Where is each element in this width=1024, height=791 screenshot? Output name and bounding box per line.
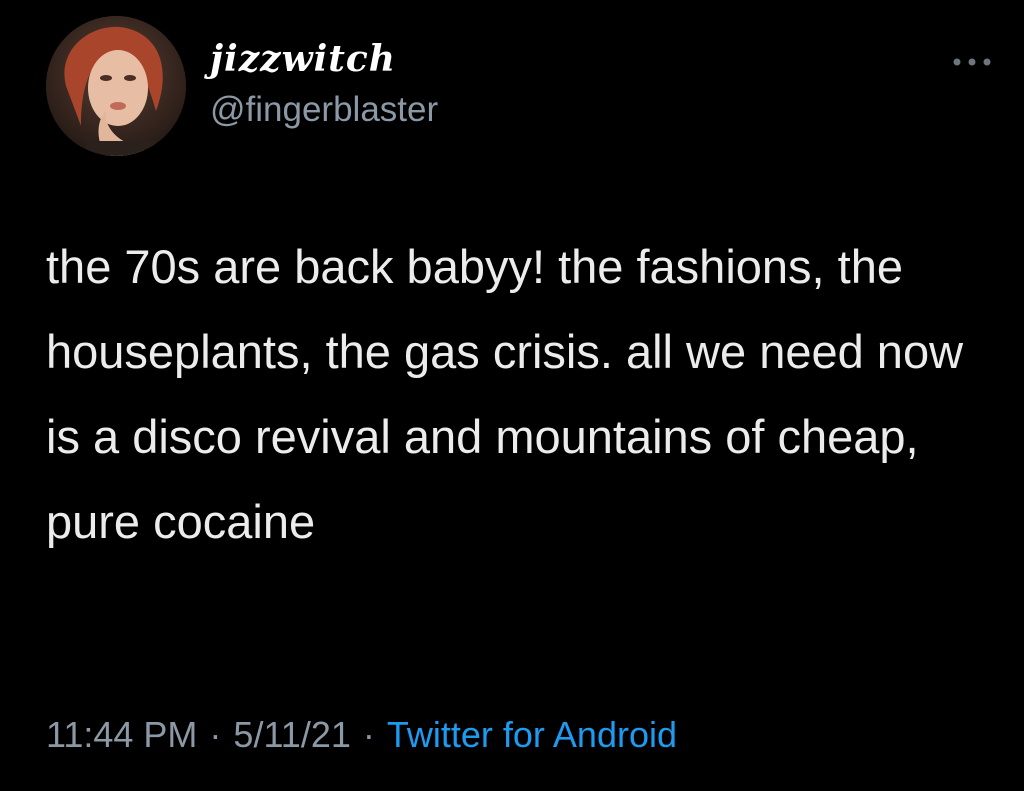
meta-separator: ·: [209, 714, 222, 755]
avatar[interactable]: [46, 16, 186, 156]
tweet-meta: 11:44 PM · 5/11/21 · Twitter for Android: [46, 714, 677, 756]
profile-photo-icon: [46, 16, 186, 156]
display-name[interactable]: jizzwitch: [210, 38, 396, 80]
user-handle[interactable]: @fingerblaster: [210, 90, 438, 130]
ellipsis-icon[interactable]: [950, 54, 994, 70]
tweet-time: 11:44 PM: [46, 714, 198, 755]
tweet-date: 5/11/21: [233, 714, 351, 755]
tweet-card: jizzwitch @fingerblaster the 70s are bac…: [0, 0, 1024, 791]
meta-separator: ·: [362, 714, 375, 755]
tweet-text: the 70s are back babyy! the fashions, th…: [46, 240, 964, 548]
tweet-source-link[interactable]: Twitter for Android: [387, 714, 677, 755]
